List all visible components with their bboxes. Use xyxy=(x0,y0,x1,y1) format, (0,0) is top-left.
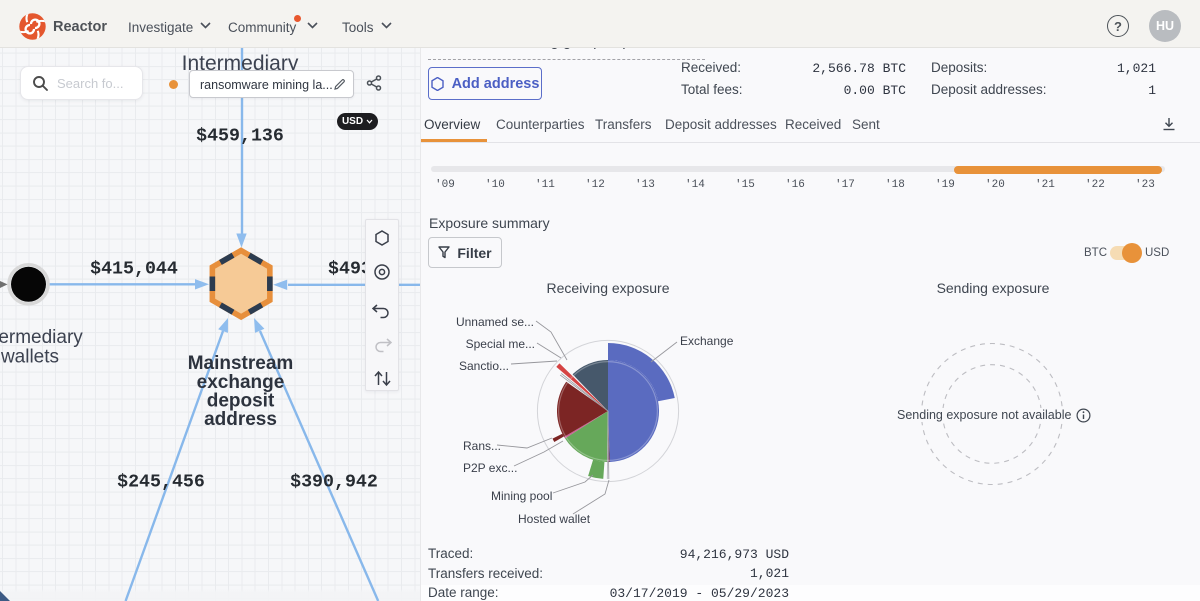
svg-text:Mainstream: Mainstream xyxy=(188,353,294,374)
svg-text:$415,044: $415,044 xyxy=(90,260,178,280)
svg-text:$459,136: $459,136 xyxy=(196,127,284,147)
svg-text:wallets: wallets xyxy=(0,347,59,368)
svg-text:$245,456: $245,456 xyxy=(117,473,205,493)
svg-text:address: address xyxy=(204,409,277,430)
svg-text:$390,942: $390,942 xyxy=(290,473,378,493)
svg-text:Intermediary: Intermediary xyxy=(0,327,83,348)
